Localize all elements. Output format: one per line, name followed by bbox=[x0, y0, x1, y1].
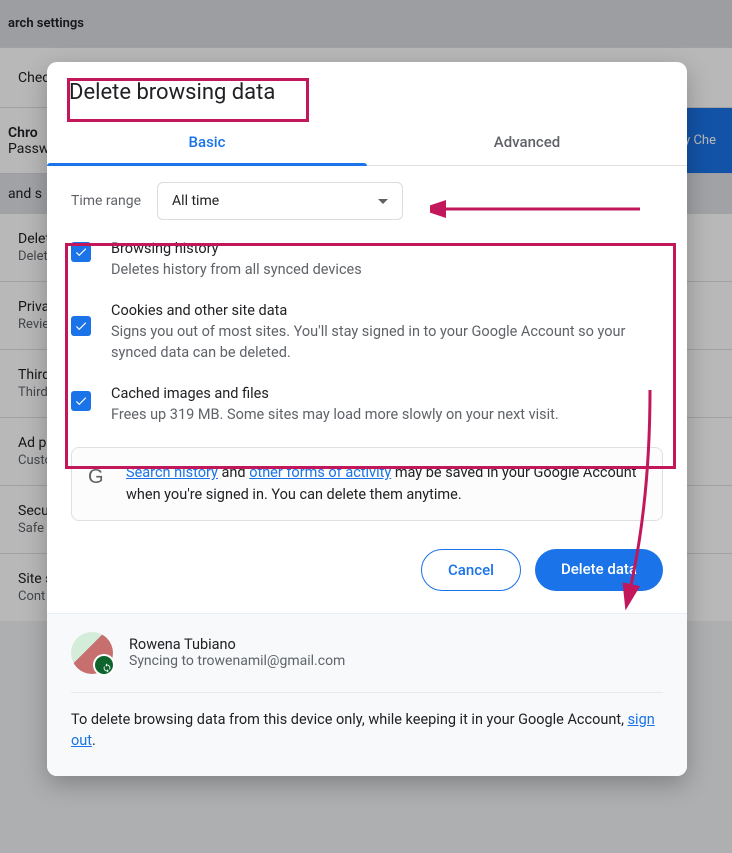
item-title: Cookies and other site data bbox=[111, 302, 663, 319]
tab-advanced[interactable]: Advanced bbox=[367, 119, 687, 165]
sync-icon bbox=[102, 663, 112, 673]
avatar bbox=[71, 632, 113, 674]
checkbox-cookies[interactable] bbox=[71, 316, 91, 336]
checkbox-browsing-history[interactable] bbox=[71, 242, 91, 262]
item-sub: Frees up 319 MB. Some sites may load mor… bbox=[111, 404, 559, 425]
checkbox-cache[interactable] bbox=[71, 391, 91, 411]
footer-text: To delete browsing data from this device… bbox=[71, 711, 628, 728]
chevron-down-icon bbox=[378, 199, 388, 204]
check-icon bbox=[74, 319, 88, 333]
delete-data-button[interactable]: Delete data bbox=[535, 549, 663, 591]
time-range-value: All time bbox=[172, 193, 219, 209]
google-account-info: G Search history and other forms of acti… bbox=[71, 447, 663, 521]
time-range-select[interactable]: All time bbox=[157, 182, 403, 220]
time-range-label: Time range bbox=[71, 193, 141, 209]
sync-status: Syncing to trowenamil@gmail.com bbox=[129, 653, 345, 669]
other-activity-link[interactable]: other forms of activity bbox=[249, 464, 391, 481]
item-title: Browsing history bbox=[111, 240, 362, 257]
footer-text: . bbox=[92, 732, 96, 749]
tab-basic[interactable]: Basic bbox=[47, 119, 367, 165]
check-icon bbox=[74, 245, 88, 259]
dialog-title: Delete browsing data bbox=[47, 62, 687, 111]
check-icon bbox=[74, 394, 88, 408]
user-name: Rowena Tubiano bbox=[129, 636, 345, 653]
search-history-link[interactable]: Search history bbox=[126, 464, 218, 481]
divider bbox=[71, 692, 663, 693]
info-text: and bbox=[218, 464, 249, 481]
delete-browsing-data-dialog: Delete browsing data Basic Advanced Time… bbox=[47, 62, 687, 776]
item-sub: Signs you out of most sites. You'll stay… bbox=[111, 321, 663, 363]
item-sub: Deletes history from all synced devices bbox=[111, 259, 362, 280]
google-icon: G bbox=[88, 462, 110, 506]
item-title: Cached images and files bbox=[111, 385, 559, 402]
cancel-button[interactable]: Cancel bbox=[421, 549, 521, 591]
